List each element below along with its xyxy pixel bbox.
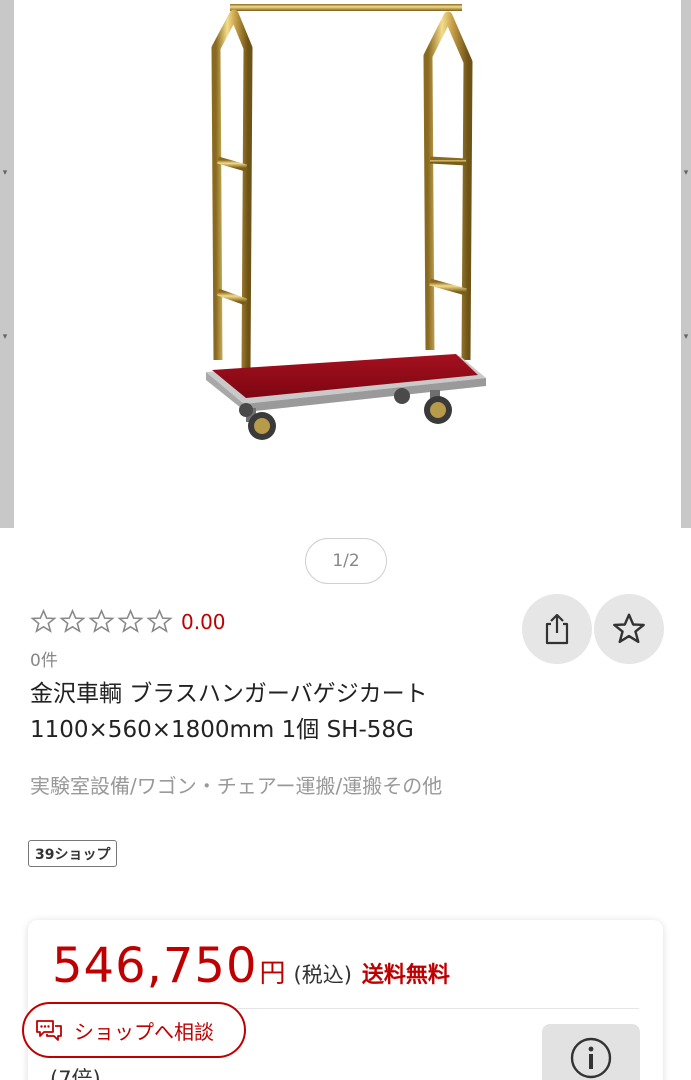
favorite-button[interactable] [594,594,664,664]
free-shipping-label: 送料無料 [361,963,450,988]
points-multiplier: (7倍) [50,1067,101,1080]
shop-badge: 39ショップ [28,840,118,867]
star-outline-icon [88,608,115,633]
rating-score: 0.00 [181,609,226,634]
tax-note: (税込) [293,963,352,987]
product-image-gallery[interactable]: ▾ ▾ ▾ ▾ [0,0,691,528]
star-outline-icon [146,608,173,633]
star-outline-icon [30,608,57,633]
product-photo[interactable] [190,0,500,450]
chevron-right-icon: ▾ [683,168,689,178]
star-outline-icon [613,613,645,644]
star-outline-icon [59,608,86,633]
chevron-left-icon: ▾ [2,332,8,342]
star-outline-icon [117,608,144,633]
chevron-left-icon: ▾ [2,168,8,178]
image-pager: 1/2 [305,538,387,584]
pager-text: 1/2 [332,551,360,571]
product-title-line1: 金沢車輌 ブラスハンガーバゲジカート [30,681,428,707]
category-breadcrumb[interactable]: 実験室設備/ワゴン・チェアー運搬/運搬その他 [30,770,442,799]
share-button[interactable] [522,594,592,664]
consult-shop-button[interactable]: ショップへ相談 [22,1002,246,1058]
review-count[interactable]: 0件 [30,646,58,671]
rating-stars [30,608,173,635]
info-button[interactable] [542,1024,640,1080]
product-title-line2: 1100×560×1800mm 1個 SH-58G [30,717,414,743]
product-title: 金沢車輌 ブラスハンガーバゲジカート 1100×560×1800mm 1個 SH… [30,676,650,748]
share-icon [545,613,569,645]
rating-summary[interactable]: 0.00 [30,608,226,635]
price-amount: 546,750 [52,938,258,994]
price-currency: 円 [259,959,286,989]
info-icon [570,1037,612,1079]
chevron-right-icon: ▾ [683,332,689,342]
previous-image-peek[interactable]: ▾ ▾ [0,0,14,528]
chat-icon [36,1020,62,1041]
price-row: 546,750 円 (税込) 送料無料 [52,938,450,994]
next-image-peek[interactable]: ▾ ▾ [681,0,691,528]
consult-shop-label: ショップへ相談 [74,1019,214,1044]
